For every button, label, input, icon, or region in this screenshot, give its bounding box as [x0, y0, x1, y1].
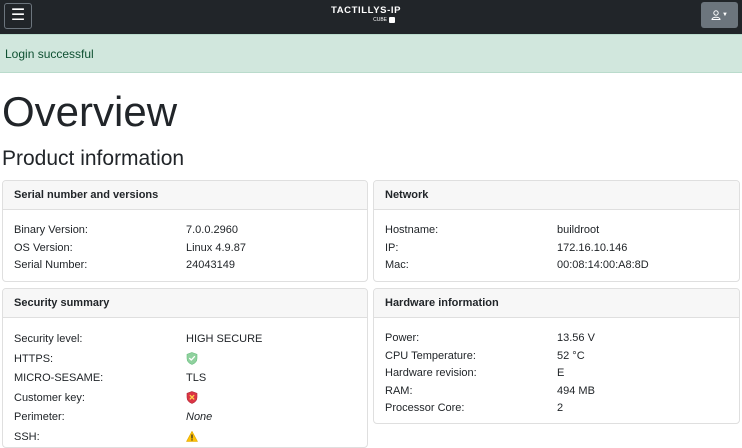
ip-value: 172.16.10.146: [557, 241, 628, 254]
processor-core-row: Processor Core: 2: [385, 400, 728, 418]
ram-value: 494 MB: [557, 384, 595, 397]
login-success-alert: Login successful: [0, 34, 742, 73]
card-title: Network: [374, 181, 739, 210]
row-label: RAM:: [385, 384, 413, 397]
https-row: HTTPS:: [14, 350, 356, 370]
row-label: Security level:: [14, 333, 83, 345]
row-label: Hardware revision:: [385, 367, 477, 379]
serial-versions-card: Serial number and versions Binary Versio…: [2, 180, 368, 282]
perimeter-value: None: [186, 411, 213, 423]
brand-subtitle: CUBE: [331, 16, 401, 24]
security-level-row: Security level: HIGH SECURE: [14, 330, 356, 350]
hardware-revision-row: Hardware revision: E: [385, 365, 728, 383]
network-card: Network Hostname: buildroot IP: 172.16.1…: [373, 180, 740, 282]
ip-row: IP: 172.16.10.146: [385, 240, 728, 258]
micro-sesame-row: MICRO-SESAME: TLS: [14, 369, 356, 389]
brand-subtitle-text: CUBE: [373, 17, 387, 23]
hamburger-icon: ☰: [10, 7, 26, 24]
row-label: CPU Temperature:: [385, 349, 476, 362]
https-status: [186, 350, 356, 370]
os-version-value: Linux 4.9.87: [186, 241, 246, 254]
brand-logo[interactable]: TACTILLYS-IP CUBE: [331, 5, 401, 27]
warning-triangle-icon: [186, 431, 198, 442]
row-label: Hostname:: [385, 224, 439, 236]
hostname-row: Hostname: buildroot: [385, 222, 728, 240]
row-label: HTTPS:: [14, 352, 54, 365]
cpu-temperature-row: CPU Temperature: 52 °C: [385, 348, 728, 366]
row-label: Serial Number:: [14, 259, 88, 271]
row-label: Perimeter:: [14, 411, 65, 423]
row-label: Power:: [385, 332, 420, 344]
processor-core-value: 2: [557, 402, 564, 414]
page-title: Overview: [2, 88, 178, 135]
power-value: 13.56 V: [557, 332, 595, 344]
binary-version-row: Binary Version: 7.0.0.2960: [14, 222, 356, 240]
card-title: Serial number and versions: [3, 181, 367, 210]
ram-row: RAM: 494 MB: [385, 383, 728, 401]
row-label: OS Version:: [14, 241, 73, 254]
section-title: Product information: [2, 147, 185, 170]
row-label: Mac:: [385, 259, 409, 271]
row-label: SSH:: [14, 430, 40, 443]
mac-value: 00:08:14:00:A8:8D: [557, 259, 649, 271]
row-label: Customer key:: [14, 391, 85, 404]
ssh-status: [186, 428, 356, 448]
alert-text: Login successful: [5, 47, 94, 61]
customer-key-status: [186, 389, 356, 409]
mac-row: Mac: 00:08:14:00:A8:8D: [385, 257, 728, 275]
hostname-value: buildroot: [557, 224, 600, 236]
micro-sesame-value: TLS: [186, 372, 207, 384]
power-row: Power: 13.56 V: [385, 330, 728, 348]
serial-number-row: Serial Number: 24043149: [14, 257, 356, 275]
user-icon: [711, 10, 721, 21]
customer-key-row: Customer key:: [14, 389, 356, 409]
row-label: IP:: [385, 241, 399, 254]
user-menu-button[interactable]: ▼: [701, 2, 738, 28]
security-level-value: HIGH SECURE: [186, 333, 263, 345]
security-summary-card: Security summary Security level: HIGH SE…: [2, 288, 368, 448]
cpu-temperature-value: 52 °C: [557, 349, 585, 362]
serial-number-value: 24043149: [186, 259, 235, 271]
top-navbar: ☰ TACTILLYS-IP CUBE ▼: [0, 0, 742, 34]
ssh-row: SSH:: [14, 428, 356, 448]
row-label: MICRO-SESAME:: [14, 372, 104, 384]
brand-name: TACTILLYS-IP: [331, 5, 402, 16]
hardware-information-card: Hardware information Power: 13.56 V CPU …: [373, 288, 740, 424]
row-label: Processor Core:: [385, 402, 465, 414]
row-label: Binary Version:: [14, 224, 88, 236]
chevron-down-icon: ▼: [722, 12, 728, 19]
card-title: Hardware information: [374, 289, 739, 318]
cube-icon: [389, 16, 395, 23]
shield-x-icon: [186, 391, 198, 404]
perimeter-row: Perimeter: None: [14, 408, 356, 428]
shield-check-icon: [186, 352, 198, 365]
hardware-revision-value: E: [557, 367, 565, 379]
menu-toggle-button[interactable]: ☰: [4, 3, 32, 29]
os-version-row: OS Version: Linux 4.9.87: [14, 240, 356, 258]
card-title: Security summary: [3, 289, 367, 318]
binary-version-value: 7.0.0.2960: [186, 224, 238, 236]
